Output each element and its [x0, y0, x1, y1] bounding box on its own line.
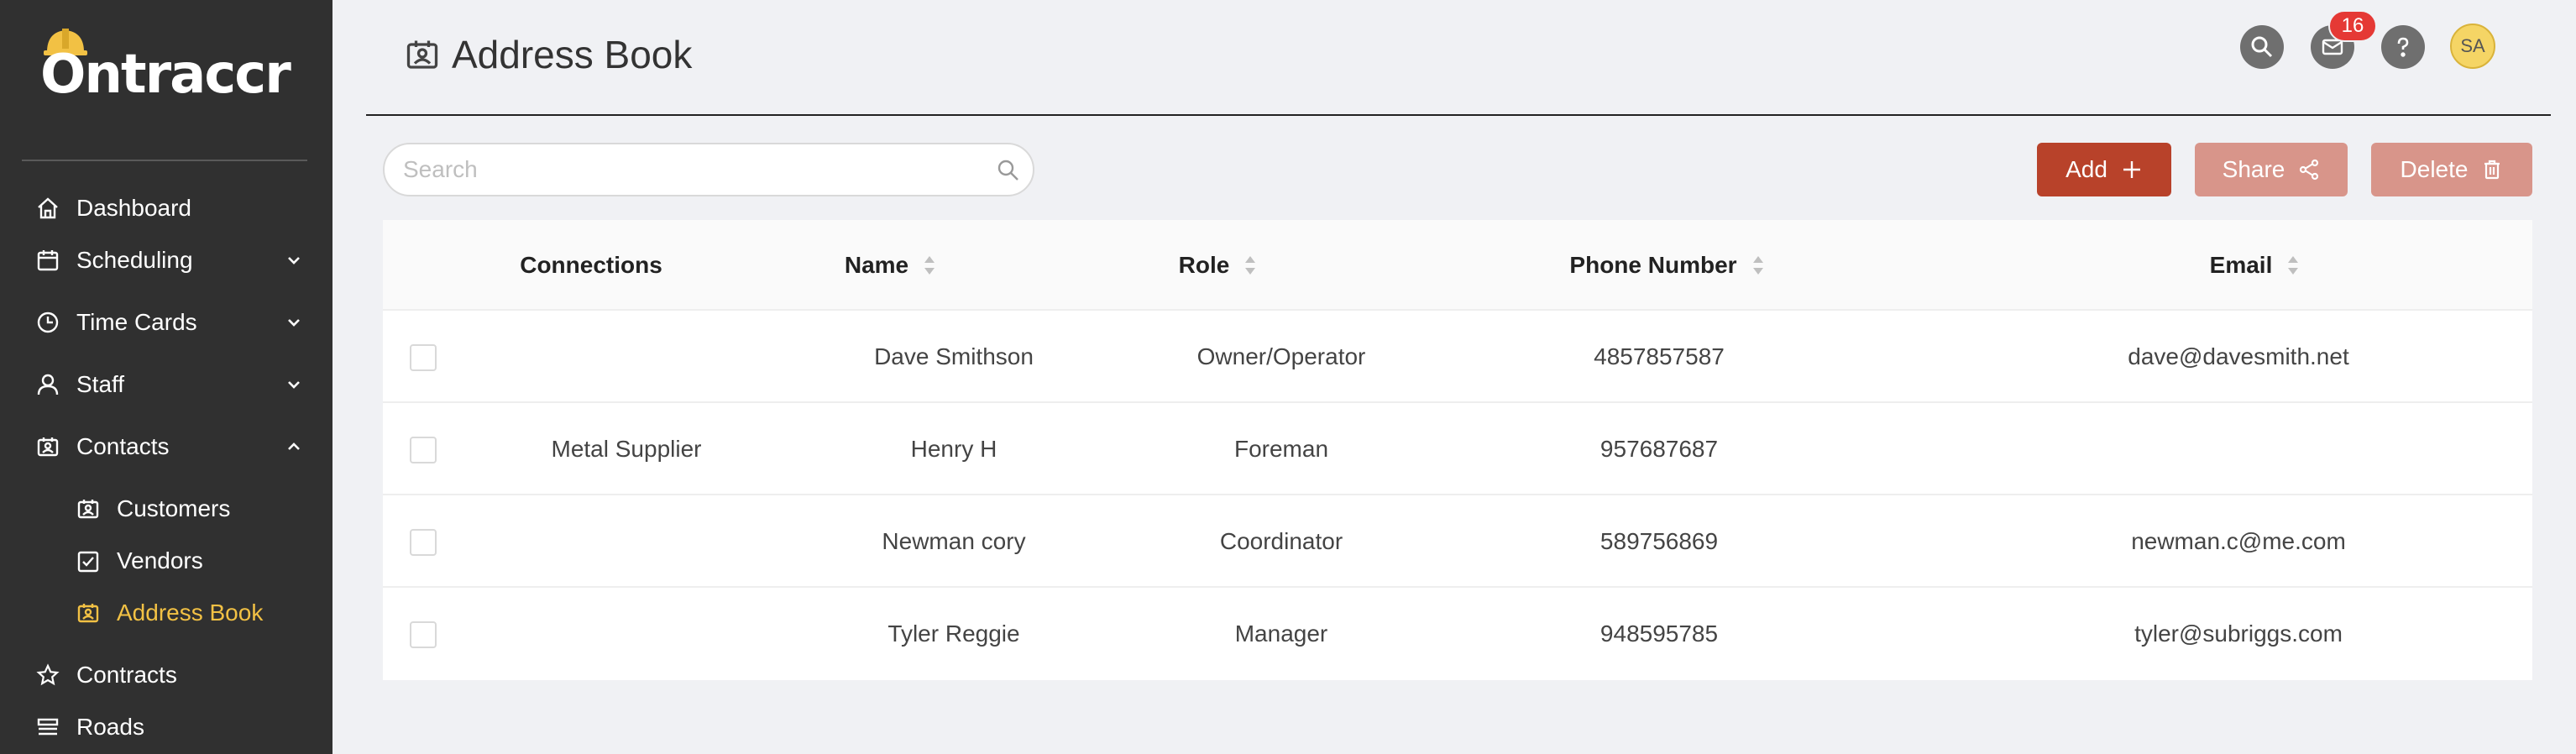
- cell-role: Foreman: [1233, 436, 1329, 462]
- cell-name: Newman cory: [882, 528, 1026, 554]
- chevron-down-icon: [288, 319, 300, 327]
- table-row[interactable]: Newman cory Coordinator 589756869 newman…: [383, 495, 2532, 588]
- sidebar-item-customers[interactable]: Customers: [0, 485, 332, 532]
- cell-name: Dave Smithson: [874, 343, 1034, 369]
- cell-role: Manager: [1234, 620, 1328, 647]
- trash-icon: [2484, 160, 2500, 180]
- star-icon: [35, 662, 60, 688]
- cell-role: Owner/Operator: [1196, 343, 1366, 369]
- sort-icon[interactable]: [922, 254, 937, 276]
- header-divider: [366, 114, 2551, 116]
- row-checkbox[interactable]: [410, 529, 437, 556]
- row-checkbox[interactable]: [410, 437, 437, 463]
- user-icon: [35, 372, 60, 397]
- cell-name: Henry H: [910, 436, 997, 462]
- sidebar-item-label: Roads: [76, 714, 144, 740]
- home-icon: [35, 196, 60, 221]
- search-box: [383, 143, 1034, 196]
- table-header: Connections Name Role Phone Number Email: [383, 220, 2532, 311]
- logo-text: Ontraccr: [40, 44, 291, 106]
- sidebar-item-address-book[interactable]: Address Book: [0, 589, 332, 636]
- sidebar-item-label: Contacts: [76, 433, 170, 459]
- sidebar-item-staff[interactable]: Staff: [0, 361, 332, 408]
- sidebar-item-label: Customers: [117, 495, 231, 521]
- sidebar-item-label: Dashboard: [76, 195, 191, 221]
- cell-phone: 957687687: [1600, 436, 1719, 462]
- cell-name: Tyler Reggie: [887, 620, 1020, 647]
- sidebar-item-label: Staff: [76, 371, 125, 397]
- sidebar-item-label: Vendors: [117, 547, 203, 573]
- cell-connections: Metal Supplier: [551, 436, 702, 462]
- contact-card-icon: [76, 600, 101, 626]
- sidebar-item-scheduling[interactable]: Scheduling: [0, 237, 332, 284]
- sidebar-item-dashboard[interactable]: Dashboard: [0, 185, 332, 232]
- search-icon: [2251, 36, 2273, 58]
- cell-role: Coordinator: [1219, 528, 1343, 554]
- delete-button[interactable]: Delete: [2371, 143, 2532, 196]
- table-row[interactable]: Metal Supplier Henry H Foreman 957687687: [383, 403, 2532, 495]
- search-button[interactable]: [2240, 25, 2284, 69]
- sidebar-item-vendors[interactable]: Vendors: [0, 537, 332, 584]
- delete-button-label: Delete: [2400, 156, 2469, 182]
- table-row[interactable]: Tyler Reggie Manager 948595785 tyler@sub…: [383, 588, 2532, 680]
- help-icon: [2397, 37, 2409, 57]
- sidebar-item-contacts[interactable]: Contacts: [0, 423, 332, 470]
- cell-phone: 4857857587: [1594, 343, 1725, 369]
- checkbox-icon: [76, 548, 101, 573]
- contact-card-icon: [76, 496, 101, 521]
- share-icon: [2300, 159, 2319, 181]
- table-row[interactable]: Dave Smithson Owner/Operator 4857857587 …: [383, 311, 2532, 403]
- sidebar-item-label: Contracts: [76, 662, 177, 688]
- add-button[interactable]: Add: [2037, 143, 2171, 196]
- sidebar-item-label: Time Cards: [76, 309, 197, 335]
- column-header-phone-number[interactable]: Phone Number: [1542, 220, 1793, 311]
- sort-icon[interactable]: [2285, 254, 2301, 276]
- search-icon: [997, 160, 1018, 181]
- cell-phone: 589756869: [1600, 528, 1719, 554]
- cell-connections: [467, 495, 786, 588]
- row-checkbox[interactable]: [410, 344, 437, 371]
- sidebar-item-roads[interactable]: Roads: [0, 704, 332, 751]
- chevron-down-icon: [288, 381, 300, 389]
- sort-icon[interactable]: [1751, 254, 1766, 276]
- sidebar-divider: [22, 160, 307, 161]
- cell-connections: [467, 311, 786, 403]
- search-input[interactable]: [403, 153, 974, 186]
- cell-email: newman.c@me.com: [2131, 528, 2346, 554]
- sidebar-item-label: Address Book: [117, 600, 264, 626]
- cell-email: dave@davesmith.net: [2128, 343, 2349, 369]
- sidebar-item-contracts[interactable]: Contracts: [0, 652, 332, 699]
- column-header-role[interactable]: Role: [1122, 220, 1315, 311]
- list-icon: [35, 715, 60, 740]
- sort-icon[interactable]: [1243, 254, 1258, 276]
- calendar-icon: [35, 248, 60, 273]
- notification-badge: 16: [2328, 10, 2377, 42]
- cell-connections: [467, 588, 786, 680]
- chevron-down-icon: [288, 257, 300, 264]
- page-title: Address Book: [452, 33, 693, 76]
- contact-card-icon: [406, 40, 438, 69]
- cell-phone: 948595785: [1600, 620, 1719, 647]
- share-button-label: Share: [2222, 156, 2285, 182]
- avatar[interactable]: SA: [2450, 24, 2495, 69]
- sidebar-item-label: Scheduling: [76, 247, 193, 273]
- help-button[interactable]: [2381, 25, 2425, 69]
- row-checkbox[interactable]: [410, 621, 437, 648]
- plus-icon: [2123, 161, 2140, 178]
- column-header-connections: Connections: [520, 252, 662, 278]
- share-button[interactable]: Share: [2195, 143, 2348, 196]
- chevron-up-icon: [288, 442, 300, 450]
- column-header-email[interactable]: Email: [2129, 220, 2381, 311]
- add-button-label: Add: [2066, 156, 2107, 182]
- column-header-name[interactable]: Name: [794, 220, 987, 311]
- cell-email: tyler@subriggs.com: [2134, 620, 2343, 647]
- clock-icon: [35, 310, 60, 335]
- app-logo[interactable]: Ontraccr: [40, 29, 291, 113]
- sidebar: Ontraccr Dashboard Scheduling Time Cards…: [0, 0, 332, 754]
- sidebar-item-time-cards[interactable]: Time Cards: [0, 299, 332, 346]
- page-header: Address Book: [405, 32, 692, 77]
- contact-card-icon: [35, 434, 60, 459]
- cell-email: [2062, 403, 2415, 495]
